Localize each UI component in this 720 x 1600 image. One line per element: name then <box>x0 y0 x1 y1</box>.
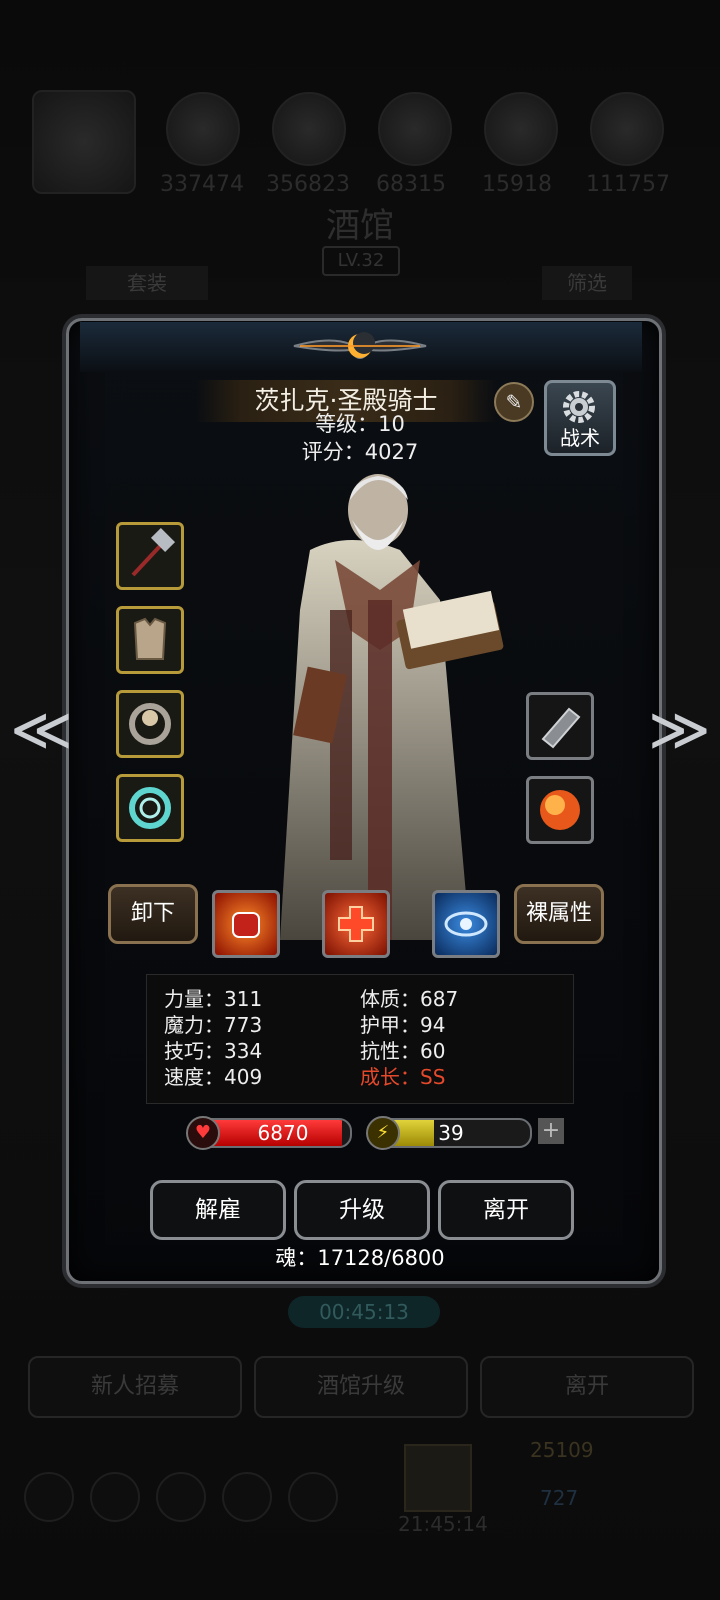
stat-speed: 速度：409 <box>164 1065 263 1089</box>
gift-icon[interactable] <box>404 1444 472 1512</box>
gauntlet-icon <box>541 707 581 749</box>
menu-icon[interactable] <box>222 1472 272 1522</box>
tab-filter[interactable]: 筛选 <box>542 266 632 300</box>
resource-value: 111757 <box>586 172 670 197</box>
ring-icon <box>129 703 171 745</box>
recruit-button[interactable]: 新人招募 <box>28 1356 242 1418</box>
bare-stats-button[interactable]: 裸属性 <box>514 884 604 944</box>
eye-skill-icon <box>444 911 488 937</box>
resource-icon <box>378 92 452 166</box>
chest-armor-icon <box>133 617 167 660</box>
fire-orb-icon <box>540 790 580 830</box>
resource-value: 356823 <box>266 172 350 197</box>
fist-skill-icon <box>232 912 260 938</box>
prev-hero-button[interactable]: ≪ <box>10 700 73 760</box>
lightning-icon: ⚡ <box>366 1116 400 1150</box>
hero-level: 等级：10 <box>315 412 405 436</box>
skill-slot-3[interactable] <box>432 890 500 958</box>
timer: 00:45:13 <box>288 1296 440 1328</box>
resource-value: 15918 <box>482 172 552 197</box>
stat-resistance: 抗性：60 <box>360 1039 446 1063</box>
gem-value: 727 <box>540 1486 579 1510</box>
stat-magic: 魔力：773 <box>164 1013 263 1037</box>
stat-strength: 力量：311 <box>164 987 263 1011</box>
page-title: 酒馆 <box>326 206 394 246</box>
avatar <box>32 90 136 194</box>
stat-armor: 护甲：94 <box>360 1013 446 1037</box>
leave-button[interactable]: 离开 <box>438 1180 574 1240</box>
tavern-upgrade-button[interactable]: 酒馆升级 <box>254 1356 468 1418</box>
skill-slot-1[interactable] <box>212 890 280 958</box>
menu-icon[interactable] <box>156 1472 206 1522</box>
heal-cross-skill-icon <box>338 906 374 942</box>
resource-icon <box>484 92 558 166</box>
hammer-icon <box>131 527 176 577</box>
gold-value: 25109 <box>530 1438 594 1462</box>
resource-value: 68315 <box>376 172 446 197</box>
menu-icon[interactable] <box>24 1472 74 1522</box>
equip-slot-ring[interactable] <box>116 690 184 758</box>
unequip-button[interactable]: 卸下 <box>108 884 198 944</box>
resource-icon <box>166 92 240 166</box>
tavern-leave-button[interactable]: 离开 <box>480 1356 694 1418</box>
equip-slot-amulet[interactable] <box>116 774 184 842</box>
tavern-level-badge: LV.32 <box>322 246 400 276</box>
skill-slot-2[interactable] <box>322 890 390 958</box>
menu-icon[interactable] <box>288 1472 338 1522</box>
soul-counter: 魂：17128/6800 <box>275 1246 445 1270</box>
dismiss-button[interactable]: 解雇 <box>150 1180 286 1240</box>
stat-skill: 技巧：334 <box>164 1039 263 1063</box>
next-hero-button[interactable]: ≫ <box>648 700 711 760</box>
equip-slot-gauntlet[interactable] <box>526 692 594 760</box>
stat-constitution: 体质：687 <box>360 987 459 1011</box>
menu-icon[interactable] <box>90 1472 140 1522</box>
hero-portrait <box>280 474 504 940</box>
amulet-icon <box>129 787 171 829</box>
equip-slot-weapon[interactable] <box>116 522 184 590</box>
resource-value: 337474 <box>160 172 244 197</box>
heart-icon: ♥ <box>186 1116 220 1150</box>
resource-icon <box>272 92 346 166</box>
upgrade-button[interactable]: 升级 <box>294 1180 430 1240</box>
equip-slot-orb[interactable] <box>526 776 594 844</box>
clock: 21:45:14 <box>398 1512 488 1536</box>
equip-slot-armor[interactable] <box>116 606 184 674</box>
tab-set[interactable]: 套装 <box>86 266 208 300</box>
stat-growth: 成长：SS <box>360 1065 446 1089</box>
panel-ornament-icon <box>293 332 427 359</box>
add-energy-button[interactable]: + <box>538 1118 564 1144</box>
resource-icon <box>590 92 664 166</box>
